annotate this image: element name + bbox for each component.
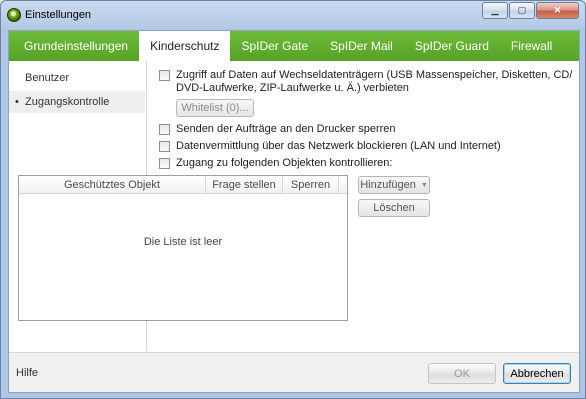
network-option[interactable]: Datenvermittlung über das Netzwerk block… bbox=[159, 140, 574, 153]
removable-media-option[interactable]: Zugriff auf Daten auf Wechseldatenträger… bbox=[159, 69, 574, 95]
settings-window: Einstellungen ▁ ▢ ✕ Grundeinstellungen K… bbox=[0, 0, 586, 399]
network-checkbox[interactable] bbox=[159, 141, 170, 152]
title-bar[interactable]: Einstellungen ▁ ▢ ✕ bbox=[1, 1, 585, 30]
sidebar-item-zugangskontrolle[interactable]: • Zugangskontrolle bbox=[9, 91, 145, 113]
column-header-block[interactable]: Sperren bbox=[283, 176, 339, 193]
printer-option[interactable]: Senden der Aufträge an den Drucker sperr… bbox=[159, 123, 574, 136]
add-button[interactable]: Hinzufügen ▼ bbox=[358, 176, 430, 194]
help-link[interactable]: Hilfe bbox=[16, 367, 38, 379]
removable-media-checkbox[interactable] bbox=[159, 70, 170, 81]
sidebar-item-label: Zugangskontrolle bbox=[25, 96, 110, 108]
dialog-client: Grundeinstellungen Kinderschutz SpIDer G… bbox=[8, 30, 580, 393]
access-control-panel: Zugriff auf Daten auf Wechseldatenträger… bbox=[159, 69, 574, 174]
printer-label: Senden der Aufträge an den Drucker sperr… bbox=[176, 123, 396, 135]
tab-grundeinstellungen[interactable]: Grundeinstellungen bbox=[13, 31, 139, 61]
column-header-ask[interactable]: Frage stellen bbox=[206, 176, 283, 193]
sidebar-item-benutzer[interactable]: Benutzer bbox=[9, 67, 145, 89]
add-button-label: Hinzufügen bbox=[360, 179, 416, 191]
empty-list-message: Die Liste ist leer bbox=[143, 236, 223, 248]
close-button[interactable]: ✕ bbox=[536, 2, 579, 19]
protected-objects-list[interactable]: Geschütztes Objekt Frage stellen Sperren… bbox=[18, 175, 348, 321]
column-header-object[interactable]: Geschütztes Objekt bbox=[19, 176, 206, 193]
list-header: Geschütztes Objekt Frage stellen Sperren bbox=[19, 176, 347, 194]
whitelist-button[interactable]: Whitelist (0)... bbox=[176, 99, 254, 117]
network-label: Datenvermittlung über das Netzwerk block… bbox=[176, 140, 501, 152]
sidebar-item-label: Benutzer bbox=[25, 72, 70, 84]
removable-media-label: Zugriff auf Daten auf Wechseldatenträger… bbox=[176, 69, 573, 94]
window-title: Einstellungen bbox=[25, 9, 92, 21]
objects-option[interactable]: Zugang zu folgenden Objekten kontrollier… bbox=[159, 157, 574, 170]
tab-firewall[interactable]: Firewall bbox=[500, 31, 563, 61]
tab-bar: Grundeinstellungen Kinderschutz SpIDer G… bbox=[9, 31, 579, 61]
printer-checkbox[interactable] bbox=[159, 124, 170, 135]
objects-checkbox[interactable] bbox=[159, 158, 170, 169]
objects-label: Zugang zu folgenden Objekten kontrollier… bbox=[176, 157, 393, 169]
tab-kinderschutz[interactable]: Kinderschutz bbox=[139, 31, 231, 61]
maximize-button[interactable]: ▢ bbox=[509, 2, 535, 19]
bullet-icon: • bbox=[15, 96, 19, 108]
tab-spider-gate[interactable]: SpIDer Gate bbox=[230, 31, 319, 61]
tab-spider-mail[interactable]: SpIDer Mail bbox=[319, 31, 404, 61]
minimize-button[interactable]: ▁ bbox=[482, 2, 508, 19]
delete-button[interactable]: Löschen bbox=[358, 199, 430, 217]
window-controls: ▁ ▢ ✕ bbox=[482, 2, 579, 19]
dropdown-arrow-icon: ▼ bbox=[420, 181, 428, 189]
drweb-spider-icon bbox=[7, 8, 21, 22]
tab-spider-guard[interactable]: SpIDer Guard bbox=[404, 31, 500, 61]
ok-button[interactable]: OK bbox=[428, 363, 496, 384]
footer: Hilfe OK Abbrechen bbox=[9, 353, 579, 392]
cancel-button[interactable]: Abbrechen bbox=[503, 363, 571, 384]
